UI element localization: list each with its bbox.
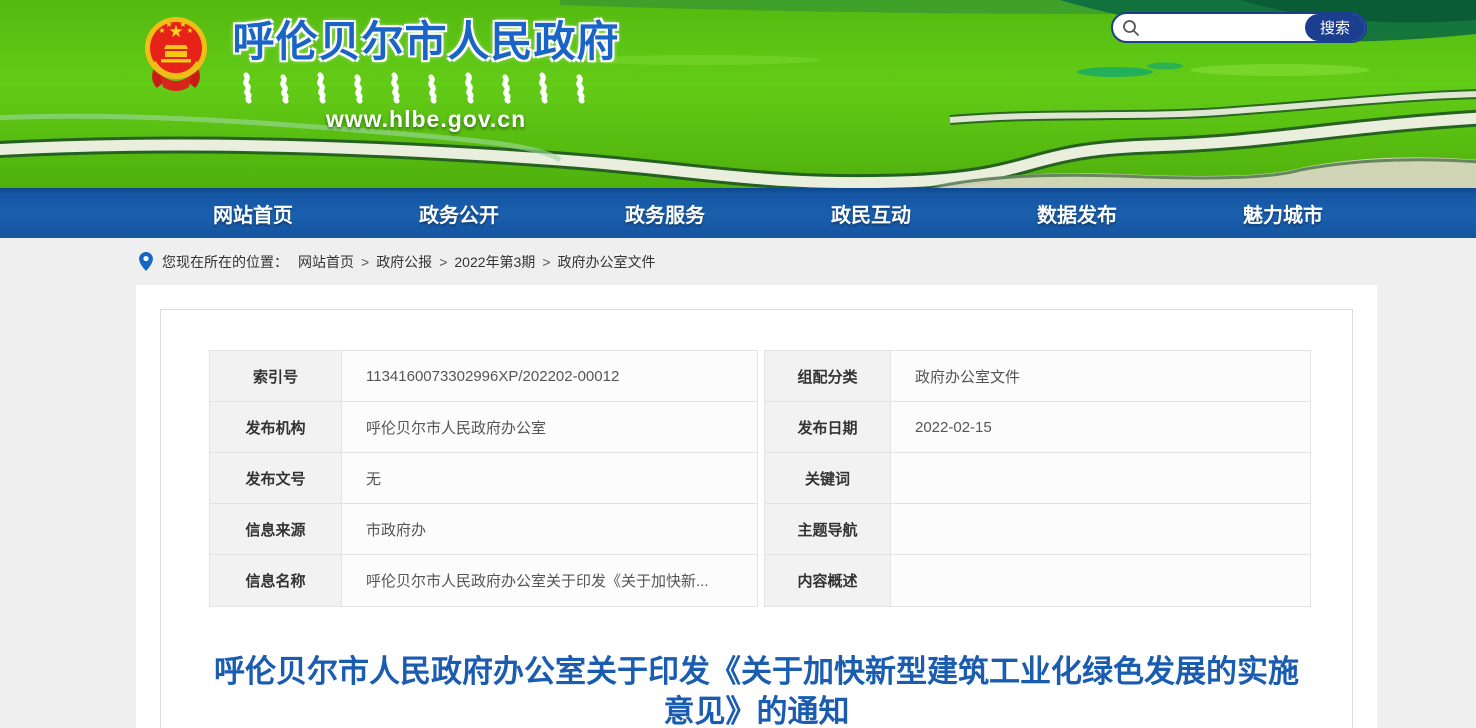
nav-item-data[interactable]: 数据发布	[1037, 199, 1117, 228]
meta-label-info-name: 信息名称	[210, 555, 342, 606]
breadcrumb-item-gazette[interactable]: 政府公报	[376, 252, 432, 272]
meta-value-category: 政府办公室文件	[891, 351, 1310, 401]
breadcrumb: 您现在所在的位置： 网站首页 > 政府公报 > 2022年第3期 > 政府办公室…	[0, 238, 1476, 285]
breadcrumb-separator: >	[439, 254, 447, 270]
breadcrumb-item-issue[interactable]: 2022年第3期	[454, 252, 535, 272]
site-header: ★ ★ ★ ★ ★ 呼伦贝尔市人民政府 www.hlbe.gov.cn 搜索	[0, 0, 1476, 188]
article-card: 索引号 1134160073302996XP/202202-00012 发布机构…	[136, 285, 1377, 728]
breadcrumb-separator: >	[542, 254, 550, 270]
table-row: 内容概述	[765, 555, 1310, 606]
mongolian-script	[240, 72, 612, 104]
meta-value-issuing-org: 呼伦贝尔市人民政府办公室	[342, 402, 757, 452]
meta-value-topic-nav	[891, 504, 1310, 554]
meta-value-info-name: 呼伦贝尔市人民政府办公室关于印发《关于加快新...	[342, 555, 757, 606]
meta-value-keywords	[891, 453, 1310, 503]
nav-item-interaction[interactable]: 政民互动	[831, 199, 911, 228]
breadcrumb-item-home[interactable]: 网站首页	[298, 252, 354, 272]
meta-label-topic-nav: 主题导航	[765, 504, 891, 554]
site-logo[interactable]: 呼伦贝尔市人民政府 www.hlbe.gov.cn	[222, 8, 630, 133]
document-title: 呼伦贝尔市人民政府办公室关于印发《关于加快新型建筑工业化绿色发展的实施意见》的通…	[207, 652, 1307, 728]
nav-item-gov-info[interactable]: 政务公开	[419, 199, 499, 228]
svg-text:★: ★	[165, 20, 172, 29]
meta-label-doc-number: 发布文号	[210, 453, 342, 503]
search-icon	[1122, 19, 1140, 37]
search-input[interactable]	[1147, 14, 1297, 41]
table-row: 索引号 1134160073302996XP/202202-00012	[210, 351, 757, 402]
meta-label-summary: 内容概述	[765, 555, 891, 606]
page-content: 索引号 1134160073302996XP/202202-00012 发布机构…	[0, 285, 1476, 728]
meta-value-publish-date: 2022-02-15	[891, 402, 1310, 452]
table-row: 关键词	[765, 453, 1310, 504]
svg-text:★: ★	[186, 26, 193, 35]
meta-value-summary	[891, 555, 1310, 606]
meta-label-issuing-org: 发布机构	[210, 402, 342, 452]
search-button[interactable]: 搜索	[1305, 14, 1365, 41]
meta-label-index-no: 索引号	[210, 351, 342, 401]
meta-label-info-source: 信息来源	[210, 504, 342, 554]
main-nav: 网站首页 政务公开 政务服务 政民互动 数据发布 魅力城市	[0, 188, 1476, 238]
search-box: 搜索	[1111, 12, 1367, 43]
meta-value-doc-number: 无	[342, 453, 757, 503]
table-row: 信息来源 市政府办	[210, 504, 757, 555]
metadata-table-right: 组配分类 政府办公室文件 发布日期 2022-02-15 关键词 主题导航	[764, 350, 1311, 607]
metadata-table-left: 索引号 1134160073302996XP/202202-00012 发布机构…	[209, 350, 758, 607]
metadata-table: 索引号 1134160073302996XP/202202-00012 发布机构…	[209, 350, 1352, 607]
meta-label-category: 组配分类	[765, 351, 891, 401]
table-row: 发布日期 2022-02-15	[765, 402, 1310, 453]
table-row: 组配分类 政府办公室文件	[765, 351, 1310, 402]
meta-value-index-no: 1134160073302996XP/202202-00012	[342, 351, 757, 401]
national-emblem-icon: ★ ★ ★ ★ ★	[142, 12, 210, 98]
meta-label-keywords: 关键词	[765, 453, 891, 503]
table-row: 信息名称 呼伦贝尔市人民政府办公室关于印发《关于加快新...	[210, 555, 757, 606]
table-row: 发布文号 无	[210, 453, 757, 504]
site-title: 呼伦贝尔市人民政府	[222, 8, 630, 69]
breadcrumb-item-docs[interactable]: 政府办公室文件	[558, 252, 656, 272]
table-row: 发布机构 呼伦贝尔市人民政府办公室	[210, 402, 757, 453]
meta-label-publish-date: 发布日期	[765, 402, 891, 452]
table-row: 主题导航	[765, 504, 1310, 555]
article-inner-frame: 索引号 1134160073302996XP/202202-00012 发布机构…	[160, 309, 1353, 728]
nav-item-home[interactable]: 网站首页	[213, 199, 293, 228]
meta-value-info-source: 市政府办	[342, 504, 757, 554]
location-pin-icon	[139, 252, 153, 271]
breadcrumb-separator: >	[361, 254, 369, 270]
nav-item-city[interactable]: 魅力城市	[1243, 199, 1323, 228]
site-url: www.hlbe.gov.cn	[222, 106, 630, 133]
nav-item-gov-service[interactable]: 政务服务	[625, 199, 705, 228]
breadcrumb-prefix: 您现在所在的位置：	[162, 252, 288, 272]
